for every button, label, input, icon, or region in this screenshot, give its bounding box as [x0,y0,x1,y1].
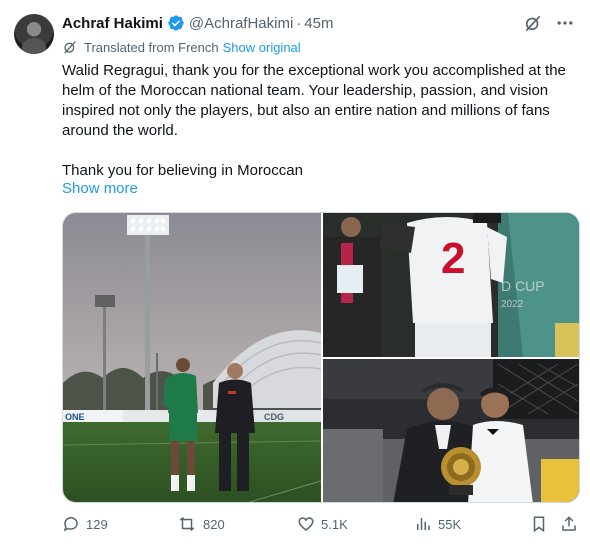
grok-button[interactable] [522,12,544,34]
tweet-timestamp[interactable]: 45m [304,15,333,32]
translation-label: Translated from French [84,39,219,55]
share-icon [562,516,576,531]
translation-notice: Translated from French Show original [62,38,301,56]
views-button[interactable]: 55K [414,515,461,533]
tweet-header: Achraf Hakimi @AchrafHakimi · 45m [62,13,333,33]
verified-badge-icon [168,15,184,31]
more-button[interactable] [554,12,576,34]
media-photo-training-pitch[interactable]: ONE CDG [63,213,321,502]
tweet-text: Walid Regragui, thank you for the except… [62,61,582,181]
ad-board-text: CDG [264,412,284,422]
ad-board-text: ONE [65,412,85,422]
banner-year: 2022 [501,299,524,310]
repost-button[interactable]: 820 [177,515,225,533]
media-grid: ONE CDG D CUP 2022 2 [62,212,580,503]
reply-count: 129 [86,516,108,532]
grok-icon [525,15,541,32]
tweet-paragraph: Thank you for believing in Moroccan [62,162,303,179]
author-name[interactable]: Achraf Hakimi [62,15,163,32]
top-actions [522,12,576,34]
author-handle[interactable]: @AchrafHakimi [189,15,293,32]
like-count: 5.1K [321,516,348,532]
bookmark-icon [533,516,545,533]
share-button[interactable] [560,515,584,533]
tweet: Achraf Hakimi @AchrafHakimi · 45m Transl… [0,0,590,549]
reply-button[interactable]: 129 [62,515,108,533]
media-photo-award[interactable] [323,359,579,502]
author-avatar[interactable] [14,14,54,54]
repost-count: 820 [203,516,225,532]
tweet-paragraph: Walid Regragui, thank you for the except… [62,62,566,139]
banner-text: D CUP [501,278,545,294]
repost-icon [179,516,195,532]
tweet-actions: 129 820 5.1K 55K [62,515,582,537]
media-photo-player-number-2[interactable]: D CUP 2022 2 [323,213,579,357]
reply-icon [63,517,78,532]
bookmark-button[interactable] [530,515,554,533]
views-count: 55K [438,516,462,532]
more-icon [557,21,573,25]
show-original-link[interactable]: Show original [223,40,301,55]
translate-icon [64,41,76,54]
header-separator: · [296,14,302,32]
views-icon [417,518,430,530]
like-icon [298,517,314,531]
show-more-link[interactable]: Show more [62,180,138,197]
jersey-number: 2 [441,234,465,283]
like-button[interactable]: 5.1K [297,515,348,533]
